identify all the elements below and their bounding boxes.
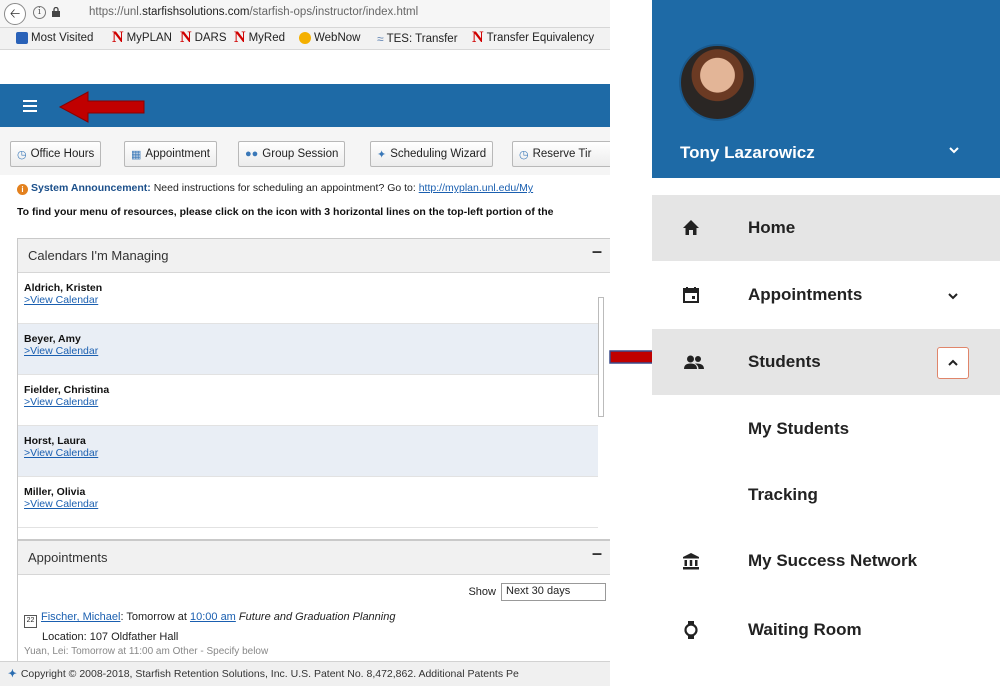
appointment-time-link[interactable]: 10:00 am — [190, 611, 236, 623]
scheduling-toolbar: ◷ Office Hours ▦ Appointment ●● Group Sessi… — [0, 127, 610, 175]
copyright-footer: ✦ Copyright © 2008-2018, Starfish Retenti… — [0, 661, 610, 686]
chevron-down-icon[interactable] — [949, 145, 959, 155]
chevron-up-icon — [948, 359, 958, 366]
system-announcement: i System Announcement: Need instructions … — [17, 182, 533, 195]
lock-icon — [52, 7, 60, 17]
bookmark-webnow[interactable]: WebNow — [299, 32, 360, 44]
starfish-logo-icon: ✦ — [8, 668, 17, 680]
office-hours-button[interactable]: ◷ Office Hours — [10, 141, 102, 167]
alert-info-icon: i — [17, 184, 28, 195]
appointment-button[interactable]: ▦ Appointment — [124, 141, 217, 167]
bookmark-dars[interactable]: N DARS — [180, 29, 227, 46]
menu-item-my-success-network[interactable]: My Success Network — [652, 528, 1000, 594]
view-calendar-link[interactable]: >View Calendar — [24, 447, 592, 459]
appointments-panel: Appointments – Show Next 30 days 22 Fisch… — [17, 540, 610, 670]
submenu-item-tracking[interactable]: Tracking — [748, 485, 818, 505]
calendars-panel-header: Calendars I'm Managing – — [18, 239, 610, 273]
view-calendar-link[interactable]: >View Calendar — [24, 345, 592, 357]
group-icon: ●● — [245, 148, 259, 160]
clock-plus-icon: ◷ — [519, 148, 529, 161]
info-icon[interactable]: i — [33, 6, 46, 19]
wand-icon: ✦ — [377, 148, 387, 161]
menu-instructions-text: To find your menu of resources, please c… — [17, 206, 554, 218]
red-arrow-annotation-icon — [58, 91, 145, 123]
calendar-row: Beyer, Amy >View Calendar — [18, 324, 598, 375]
chevron-down-icon[interactable] — [948, 291, 958, 301]
hamburger-menu-icon[interactable] — [23, 100, 37, 112]
address-bar[interactable]: 🡠 i https://unl.starfishsolutions.com/st… — [0, 0, 610, 28]
bookmark-tes-transfer[interactable]: ≈ TES: Transfer — [377, 32, 458, 46]
home-icon — [683, 220, 699, 235]
clock-plus-icon: ◷ — [17, 148, 27, 161]
menu-item-students[interactable]: Students — [652, 329, 1000, 395]
show-range-select[interactable]: Next 30 days — [501, 583, 606, 601]
appointment-location: Location: 107 Oldfather Hall — [42, 631, 179, 643]
bookmark-myred[interactable]: N MyRed — [234, 29, 285, 46]
webnow-icon — [299, 32, 311, 44]
group-session-button[interactable]: ●● Group Session — [238, 141, 346, 167]
bookmarks-bar: Most Visited N MyPLAN N DARS N MyRed WebNow… — [0, 28, 610, 50]
student-name-link[interactable]: Fischer, Michael — [41, 611, 120, 623]
calendar-plus-icon: ▦ — [131, 148, 142, 161]
view-calendar-link[interactable]: >View Calendar — [24, 294, 592, 306]
profile-header: Tony Lazarowicz — [652, 0, 1000, 178]
scheduling-wizard-button[interactable]: ✦ Scheduling Wizard — [370, 141, 494, 167]
calendar-icon — [683, 287, 699, 303]
nebraska-n-icon: N — [472, 29, 484, 46]
calendars-panel: Calendars I'm Managing – Aldrich, Kriste… — [17, 238, 610, 540]
user-name[interactable]: Tony Lazarowicz — [680, 143, 815, 163]
menu-item-waiting-room[interactable]: Waiting Room — [652, 597, 1000, 663]
menu-item-appointments[interactable]: Appointments — [652, 262, 1000, 328]
bookmark-most-visited[interactable]: Most Visited — [16, 32, 93, 44]
avatar — [679, 44, 756, 121]
layers-icon: ≈ — [377, 32, 384, 46]
nebraska-n-icon: N — [180, 29, 192, 46]
scrollbar[interactable] — [598, 297, 604, 417]
collapse-toggle-button[interactable] — [937, 347, 969, 379]
bookmark-myplan[interactable]: N MyPLAN — [112, 29, 172, 46]
minimize-icon[interactable]: – — [592, 241, 602, 262]
url-text[interactable]: https://unl.starfishsolutions.com/starfi… — [89, 6, 418, 18]
calendar-row: Horst, Laura >View Calendar — [18, 426, 598, 477]
calendar-row: Miller, Olivia >View Calendar — [18, 477, 598, 528]
bank-icon — [683, 553, 699, 570]
calendar-icon: 22 — [24, 615, 37, 628]
mobile-menu-panel: Tony Lazarowicz Home Appointments Studen… — [652, 0, 1000, 686]
appointment-item: Yuan, Lei: Tomorrow at 11:00 am Other - … — [24, 646, 269, 657]
show-range-filter: Show Next 30 days — [468, 583, 606, 601]
view-calendar-link[interactable]: >View Calendar — [24, 396, 592, 408]
nebraska-n-icon: N — [112, 29, 124, 46]
calendar-row: Aldrich, Kristen >View Calendar — [18, 273, 598, 324]
submenu-item-my-students[interactable]: My Students — [748, 419, 849, 439]
desktop-browser-panel: 🡠 i https://unl.starfishsolutions.com/st… — [0, 0, 610, 686]
menu-item-home[interactable]: Home — [652, 195, 1000, 261]
appointment-item: 22 Fischer, Michael: Tomorrow at 10:00 am… — [24, 611, 395, 643]
back-button[interactable]: 🡠 — [4, 3, 26, 25]
calendar-row: Fielder, Christina >View Calendar — [18, 375, 598, 426]
people-icon — [684, 355, 704, 369]
bookmark-transfer-equivalency[interactable]: N Transfer Equivalency — [472, 29, 594, 46]
appointments-panel-header: Appointments – — [18, 541, 610, 575]
minimize-icon[interactable]: – — [592, 543, 602, 564]
announcement-link[interactable]: http://myplan.unl.edu/My — [419, 182, 533, 194]
watch-icon — [684, 621, 698, 639]
view-calendar-link[interactable]: >View Calendar — [24, 498, 592, 510]
nebraska-n-icon: N — [234, 29, 246, 46]
bookmark-icon — [16, 32, 28, 44]
reserve-time-button[interactable]: ◷ Reserve Tir — [512, 141, 610, 167]
